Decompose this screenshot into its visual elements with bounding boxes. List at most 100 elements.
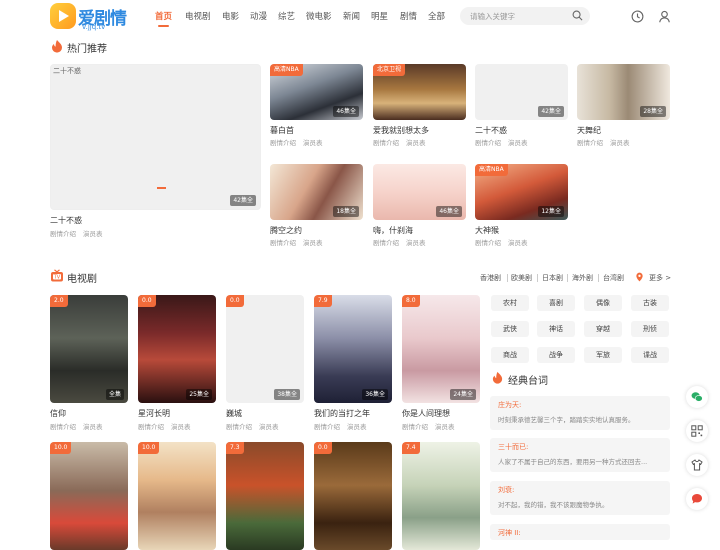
quote-text: 时刻秉承德艺馨三个字，踏踏实实地认真服务。	[498, 416, 635, 424]
poster: 46集全	[373, 164, 466, 220]
feedback-button[interactable]	[686, 488, 708, 510]
card-cast-link[interactable]: 演员表	[347, 421, 367, 431]
card-plot-link[interactable]: 剧情介绍	[314, 421, 340, 431]
play-logo-icon	[50, 3, 76, 29]
card-plot-link[interactable]: 剧情介绍	[270, 237, 296, 247]
card-plot-link[interactable]: 剧情介绍	[475, 137, 501, 147]
card-plot-link[interactable]: 剧情介绍	[373, 137, 399, 147]
nav-stars[interactable]: 明星	[371, 10, 388, 22]
nav-movie[interactable]: 电影	[222, 10, 239, 22]
card-badge: 高清NBA	[475, 164, 508, 176]
nav-plot[interactable]: 剧情	[400, 10, 417, 22]
quote-character: 庄为天:	[498, 401, 522, 409]
tv-card-7[interactable]: 7.3	[226, 442, 304, 550]
card-plot-link[interactable]: 剧情介绍	[475, 237, 501, 247]
card-cast-link[interactable]: 演员表	[610, 137, 630, 147]
poster: 10.0	[50, 442, 128, 550]
divider	[507, 274, 508, 282]
search-icon[interactable]	[572, 10, 583, 21]
region-hk[interactable]: 香港剧	[480, 273, 501, 283]
quote-item[interactable]: 三十而已: 人家了不属于自己的东西，要用另一种方式还回去...	[490, 438, 670, 472]
card-cast-link[interactable]: 演员表	[259, 421, 279, 431]
nav-tv[interactable]: 电视剧	[185, 10, 211, 22]
hot-card-2[interactable]: 北京卫视 爱我就别想太多 剧情介绍 演员表	[373, 64, 466, 150]
genre-tag[interactable]: 军旅	[584, 347, 622, 363]
nav-micro-film[interactable]: 微电影	[306, 10, 332, 22]
hot-card-3[interactable]: 42集全 二十不惑 剧情介绍 演员表	[475, 64, 568, 150]
card-cast-link[interactable]: 演员表	[83, 228, 103, 238]
quote-item[interactable]: 河神 II:	[490, 524, 670, 540]
card-plot-link[interactable]: 剧情介绍	[402, 421, 428, 431]
tv-card-6[interactable]: 10.0	[138, 442, 216, 550]
quote-text: 对不起，我的错，我不该跟魔物争执。	[498, 501, 609, 509]
card-plot-link[interactable]: 剧情介绍	[50, 228, 76, 238]
card-plot-link[interactable]: 剧情介绍	[50, 421, 76, 431]
hot-card-4[interactable]: 28集全 天舞纪 剧情介绍 演员表	[577, 64, 670, 150]
region-jp[interactable]: 日本剧	[542, 273, 563, 283]
hot-card-5[interactable]: 18集全 腾空之约 剧情介绍 演员表	[270, 164, 363, 250]
card-cast-link[interactable]: 演员表	[406, 137, 426, 147]
qrcode-button[interactable]	[686, 420, 708, 442]
genre-tag[interactable]: 喜剧	[537, 295, 575, 311]
card-cast-link[interactable]: 演员表	[303, 137, 323, 147]
more-link[interactable]: 更多 >	[649, 273, 671, 283]
card-plot-link[interactable]: 剧情介绍	[373, 237, 399, 247]
hot-card-0[interactable]: 二十不惑 42集全 二十不惑 剧情介绍 演员表	[50, 64, 261, 240]
poster: 0.0	[314, 442, 392, 550]
genre-tag[interactable]: 商战	[491, 347, 529, 363]
card-plot-link[interactable]: 剧情介绍	[270, 137, 296, 147]
card-cast-link[interactable]: 演员表	[435, 421, 455, 431]
card-cast-link[interactable]: 演员表	[303, 237, 323, 247]
hot-card-1[interactable]: 高清NBA 46集全 暮白首 剧情介绍 演员表	[270, 64, 363, 150]
tv-card-9[interactable]: 7.4	[402, 442, 480, 550]
header: 爱剧情 v.jjq.tv 首页 电视剧 电影 动漫 综艺 微电影 新闻 明星 剧…	[0, 0, 720, 34]
tv-card-8[interactable]: 0.0	[314, 442, 392, 550]
tv-card-2[interactable]: 0.0 38集全 巍城 剧情介绍 演员表	[226, 295, 304, 433]
quote-item[interactable]: 刘衰: 对不起，我的错，我不该跟魔物争执。	[490, 481, 670, 515]
chat-bubble-icon	[692, 494, 702, 504]
region-overseas[interactable]: 海外剧	[572, 273, 593, 283]
genre-tag[interactable]: 农村	[491, 295, 529, 311]
genre-tag[interactable]: 古装	[631, 295, 669, 311]
shirt-button[interactable]	[686, 454, 708, 476]
quote-item[interactable]: 庄为天: 时刻秉承德艺馨三个字，踏踏实实地认真服务。	[490, 396, 670, 430]
wechat-button[interactable]	[686, 386, 708, 408]
score-badge: 7.3	[226, 442, 244, 454]
tv-card-4[interactable]: 8.0 24集全 你是人间理想 剧情介绍 演员表	[402, 295, 480, 433]
card-plot-link[interactable]: 剧情介绍	[138, 421, 164, 431]
quote-text: 人家了不属于自己的东西，要用另一种方式还回去...	[498, 458, 648, 466]
hot-card-7[interactable]: 高清NBA 12集全 大神猴 剧情介绍 演员表	[475, 164, 568, 250]
search-input[interactable]	[470, 9, 570, 23]
card-cast-link[interactable]: 演员表	[508, 237, 528, 247]
card-plot-link[interactable]: 剧情介绍	[226, 421, 252, 431]
nav-home[interactable]: 首页	[155, 10, 172, 27]
card-cast-link[interactable]: 演员表	[406, 237, 426, 247]
tv-card-5[interactable]: 10.0	[50, 442, 128, 550]
card-cast-link[interactable]: 演员表	[171, 421, 191, 431]
card-cast-link[interactable]: 演员表	[508, 137, 528, 147]
card-cast-link[interactable]: 演员表	[83, 421, 103, 431]
region-tw[interactable]: 台湾剧	[603, 273, 624, 283]
user-icon[interactable]	[658, 10, 671, 23]
genre-tag[interactable]: 偶像	[584, 295, 622, 311]
nav-all[interactable]: 全部	[428, 10, 445, 22]
genre-tag[interactable]: 神话	[537, 321, 575, 337]
genre-tag[interactable]: 刑侦	[631, 321, 669, 337]
site-logo[interactable]: 爱剧情 v.jjq.tv	[50, 3, 127, 31]
card-badge: 高清NBA	[270, 64, 303, 76]
history-clock-icon[interactable]	[631, 10, 644, 23]
genre-tag[interactable]: 穿越	[584, 321, 622, 337]
nav-anime[interactable]: 动漫	[250, 10, 267, 22]
tv-card-1[interactable]: 0.0 25集全 星河长明 剧情介绍 演员表	[138, 295, 216, 433]
nav-variety[interactable]: 综艺	[278, 10, 295, 22]
tv-card-0[interactable]: 2.0 全集 信仰 剧情介绍 演员表	[50, 295, 128, 433]
genre-tag[interactable]: 战争	[537, 347, 575, 363]
region-us[interactable]: 欧美剧	[511, 273, 532, 283]
genre-tag[interactable]: 谍战	[631, 347, 669, 363]
card-plot-link[interactable]: 剧情介绍	[577, 137, 603, 147]
card-title: 二十不惑	[475, 126, 507, 135]
hot-card-6[interactable]: 46集全 嗨，什刹海 剧情介绍 演员表	[373, 164, 466, 250]
tv-card-3[interactable]: 7.9 36集全 我们的当打之年 剧情介绍 演员表	[314, 295, 392, 433]
genre-tag[interactable]: 武侠	[491, 321, 529, 337]
nav-news[interactable]: 新闻	[343, 10, 360, 22]
